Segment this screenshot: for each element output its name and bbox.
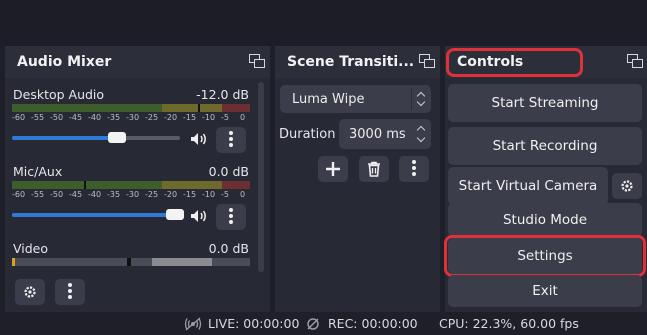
meter-tick-label: -30 (126, 190, 140, 199)
duration-spinbox[interactable]: 3000 ms (339, 119, 431, 149)
meter-tick-label: -55 (31, 190, 45, 199)
meter-tick-label: -45 (69, 190, 83, 199)
add-transition-button[interactable] (318, 156, 348, 182)
meter-tick-label: -25 (145, 190, 159, 199)
duration-label: Duration (279, 127, 336, 142)
transition-select[interactable]: Luma Wipe (280, 85, 431, 113)
kebab-menu-icon (229, 131, 233, 135)
meter-tick-label: -45 (69, 113, 83, 122)
settings-highlight (444, 235, 646, 277)
channel-name-video: Video (13, 241, 49, 256)
channel-level-mic-aux: 0.0 dB (208, 164, 249, 179)
volume-slider-desktop-audio[interactable] (12, 132, 180, 143)
meter-tick-label: -50 (50, 113, 64, 122)
exit-button[interactable]: Exit (448, 275, 642, 307)
gear-icon (621, 180, 633, 192)
meter-ticks-desktop-audio: -60 -55 -50 -45 -40 -35 -30 -25 -20 -15 -10 -5 0 (12, 113, 252, 123)
rec-icon (307, 318, 319, 330)
window-top-area (0, 0, 647, 46)
meter-tick-label: -15 (183, 113, 197, 122)
volume-slider-mic-aux[interactable] (12, 209, 184, 220)
meter-tick-label: -50 (50, 190, 64, 199)
speaker-icon[interactable] (190, 132, 208, 146)
meter-tick-label: -20 (164, 113, 178, 122)
meter-ticks-mic-aux: -60 -55 -50 -45 -40 -35 -30 -25 -20 -15 -10 -5 0 (12, 190, 252, 200)
channel-level-desktop-audio: -12.0 dB (196, 87, 249, 102)
audio-mixer-scrollbar[interactable] (258, 82, 264, 272)
kebab-menu-icon (229, 208, 233, 212)
audio-mixer-settings-button[interactable] (15, 279, 45, 305)
plus-icon (326, 162, 340, 176)
remove-transition-button[interactable] (359, 156, 389, 182)
float-dock-icon[interactable] (627, 54, 643, 68)
meter-tick-label: -20 (164, 190, 178, 199)
audio-mixer-menu-button[interactable] (55, 279, 85, 305)
duration-value: 3000 ms (349, 127, 406, 142)
studio-mode-button[interactable]: Studio Mode (448, 203, 642, 237)
start-recording-button[interactable]: Start Recording (448, 127, 642, 165)
status-bar: LIVE: 00:00:00 REC: 00:00:00 CPU: 22.3%,… (0, 312, 647, 335)
channel-name-desktop-audio: Desktop Audio (13, 87, 105, 102)
audio-meter-desktop-audio (12, 104, 250, 112)
float-dock-icon[interactable] (249, 54, 265, 68)
audio-meter-video (12, 258, 250, 270)
audio-mixer-title: Audio Mixer (17, 54, 112, 70)
meter-tick-label: -40 (88, 113, 102, 122)
meter-tick-label: -60 (12, 113, 26, 122)
audio-mixer-dock: Audio Mixer Desktop Audio -12.0 dB -60 -5… (5, 46, 270, 312)
speaker-icon[interactable] (190, 209, 208, 223)
live-icon (184, 317, 202, 331)
meter-tick-label: -10 (202, 190, 216, 199)
transition-select-value: Luma Wipe (292, 92, 365, 107)
channel-name-mic-aux: Mic/Aux (13, 164, 63, 179)
meter-tick-label: -15 (183, 190, 197, 199)
volume-slider-handle[interactable] (108, 132, 126, 143)
meter-tick-label: -55 (31, 113, 45, 122)
meter-tick-label: 0 (240, 190, 246, 199)
audio-meter-mic-aux (12, 181, 250, 189)
float-dock-icon[interactable] (419, 54, 435, 68)
meter-tick-label: -25 (145, 113, 159, 122)
start-streaming-button[interactable]: Start Streaming (448, 84, 642, 122)
scene-transitions-title-bar: Scene Transiti... (275, 46, 440, 78)
meter-tick-label: -35 (107, 113, 121, 122)
controls-dock: Controls Start Streaming Start Recording… (444, 46, 647, 312)
mic-aux-menu-button[interactable] (216, 204, 246, 230)
meter-tick-label: 0 (240, 113, 246, 122)
gear-icon (24, 286, 36, 298)
volume-slider-handle[interactable] (166, 209, 184, 220)
live-status: LIVE: 00:00:00 (208, 316, 300, 331)
kebab-menu-icon (68, 283, 72, 287)
channel-level-video: 0.0 dB (208, 241, 249, 256)
chevron-updown-icon (411, 85, 433, 113)
virtual-camera-settings-button[interactable] (612, 173, 642, 199)
scene-transitions-dock: Scene Transiti... Luma Wipe Duration 300… (275, 46, 440, 312)
meter-tick-label: -30 (126, 113, 140, 122)
spin-arrows-icon[interactable] (411, 119, 433, 149)
controls-title-highlight (446, 48, 583, 77)
meter-tick-label: -35 (107, 190, 121, 199)
kebab-menu-icon (412, 160, 416, 164)
meter-tick-label: -10 (202, 113, 216, 122)
cpu-status: CPU: 22.3%, 60.00 fps (439, 316, 579, 331)
start-virtual-camera-button[interactable]: Start Virtual Camera (448, 167, 608, 205)
audio-mixer-title-bar: Audio Mixer (5, 46, 270, 78)
transition-properties-button[interactable] (399, 156, 429, 182)
trash-icon (368, 161, 380, 177)
desktop-audio-menu-button[interactable] (216, 127, 246, 153)
meter-tick-label: -60 (12, 190, 26, 199)
rec-status: REC: 00:00:00 (328, 316, 418, 331)
meter-tick-label: -5 (221, 190, 229, 199)
meter-tick-label: -5 (221, 113, 229, 122)
meter-tick-label: -40 (88, 190, 102, 199)
scene-transitions-title: Scene Transiti... (287, 54, 415, 70)
